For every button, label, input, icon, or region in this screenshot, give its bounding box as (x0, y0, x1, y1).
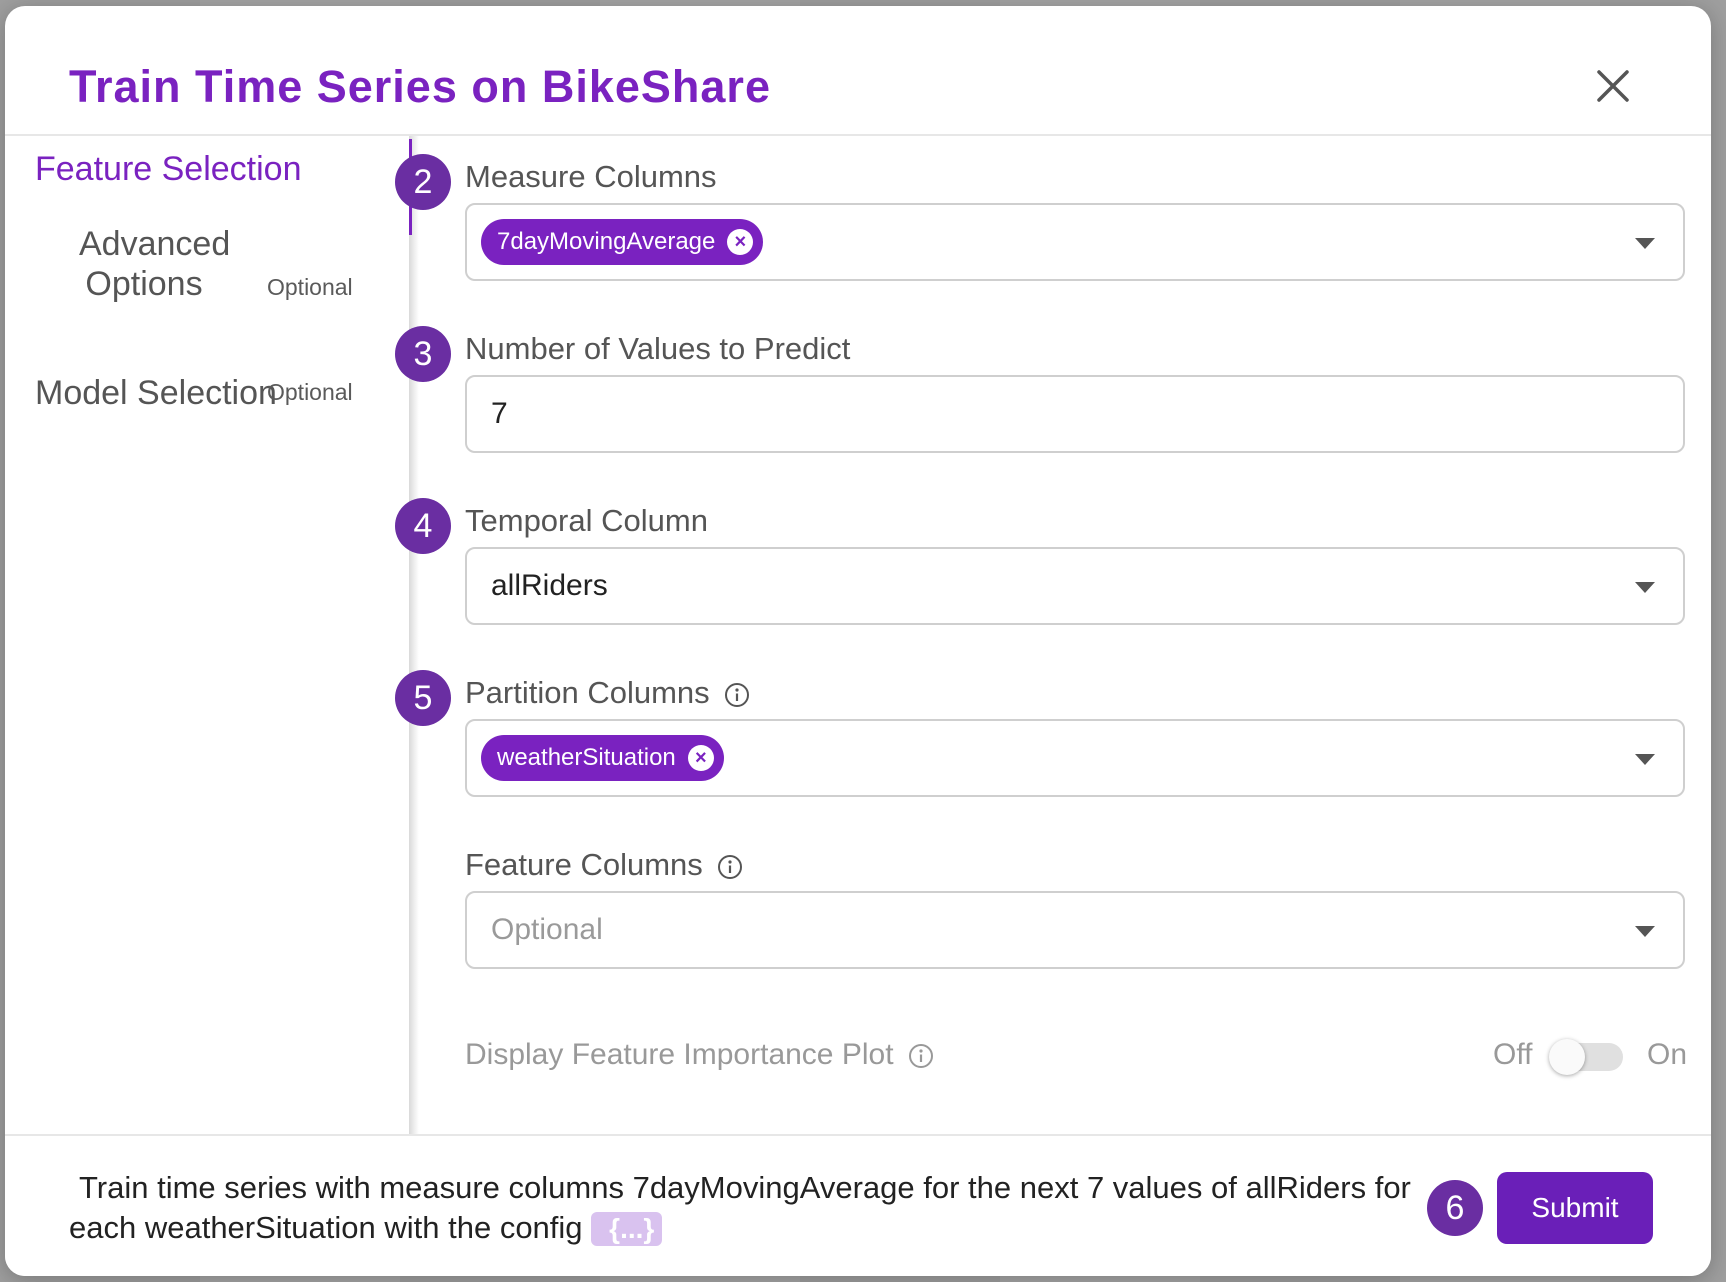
submit-button[interactable]: Submit (1497, 1172, 1653, 1244)
feature-importance-toggle[interactable] (1549, 1039, 1623, 1075)
partition-columns-label: Partition Columns (465, 675, 750, 711)
select-value: allRiders (491, 569, 608, 602)
partition-column-chip: weatherSituation × (481, 735, 724, 781)
sidebar-item-label-line2: Options (85, 265, 203, 303)
measure-columns-select[interactable]: 7dayMovingAverage × (465, 203, 1685, 281)
label-text: Display Feature Importance Plot (465, 1038, 894, 1071)
sidebar-item-model-selection[interactable]: Model Selection (35, 374, 277, 413)
values-to-predict-label: Number of Values to Predict (465, 331, 851, 366)
measure-column-chip: 7dayMovingAverage × (481, 219, 764, 265)
dialog-title: Train Time Series on BikeShare (69, 61, 771, 112)
toggle-off-label: Off (1493, 1038, 1533, 1071)
feature-columns-label: Feature Columns (465, 847, 743, 883)
sidebar-optional-tag: Optional (267, 274, 353, 300)
label-text: Feature Columns (465, 847, 703, 882)
label-text: Partition Columns (465, 675, 710, 710)
sidebar (5, 136, 415, 1134)
temporal-column-select[interactable]: allRiders (465, 547, 1685, 625)
step-badge: 4 (395, 498, 451, 554)
step-badge: 5 (395, 670, 451, 726)
close-button[interactable] (1593, 66, 1633, 106)
close-icon (1597, 70, 1629, 102)
chevron-down-icon (1635, 926, 1655, 937)
chip-label: weatherSituation (497, 744, 676, 771)
info-icon[interactable] (724, 682, 750, 708)
sidebar-divider (409, 136, 419, 1134)
chip-label: 7dayMovingAverage (497, 228, 716, 255)
dialog-header: Train Time Series on BikeShare (5, 6, 1711, 136)
sidebar-item-feature-selection[interactable]: Feature Selection (35, 150, 302, 189)
feature-importance-label: Display Feature Importance Plot (465, 1038, 934, 1072)
partition-columns-select[interactable]: weatherSituation × (465, 719, 1685, 797)
toggle-on-label: On (1647, 1038, 1688, 1071)
train-dialog: Train Time Series on BikeShare Feature S… (5, 6, 1711, 1276)
sidebar-item-advanced-options[interactable]: Advanced Options (79, 224, 231, 304)
input-value: 7 (491, 397, 508, 430)
chevron-down-icon (1635, 754, 1655, 765)
chevron-down-icon (1635, 582, 1655, 593)
chip-remove-icon[interactable]: × (727, 229, 754, 255)
info-icon[interactable] (717, 854, 743, 880)
chevron-down-icon (1635, 238, 1655, 249)
temporal-column-label: Temporal Column (465, 503, 708, 538)
config-summary: Train time series with measure columns 7… (69, 1168, 1439, 1248)
sidebar-optional-tag: Optional (267, 379, 353, 405)
values-to-predict-input[interactable]: 7 (465, 375, 1685, 453)
select-placeholder: Optional (491, 913, 603, 946)
info-icon[interactable] (908, 1043, 934, 1069)
feature-columns-select[interactable]: Optional (465, 891, 1685, 969)
summary-text: Train time series with measure columns 7… (69, 1170, 1411, 1245)
measure-columns-label: Measure Columns (465, 159, 717, 194)
step-badge: 6 (1427, 1180, 1483, 1236)
toggle-knob (1549, 1039, 1585, 1075)
config-chip[interactable]: {...} (591, 1212, 663, 1246)
step-badge: 2 (395, 154, 451, 210)
sidebar-item-label-line1: Advanced (79, 225, 231, 263)
step-badge: 3 (395, 326, 451, 382)
chip-remove-icon[interactable]: × (687, 745, 714, 771)
